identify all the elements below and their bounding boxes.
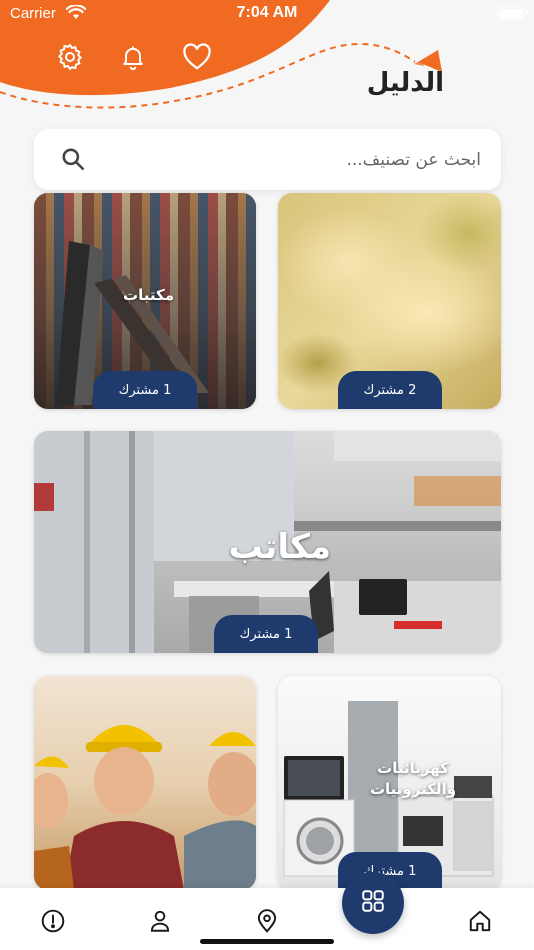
battery-icon [497, 6, 528, 20]
app-header: Carrier 7:04 AM الدليل [0, 0, 534, 130]
info-icon[interactable] [38, 906, 68, 936]
home-indicator [200, 939, 334, 944]
status-time: 7:04 AM [236, 4, 298, 21]
status-bar: Carrier 7:04 AM [0, 0, 534, 28]
workers-illustration [34, 725, 256, 890]
location-pin-icon[interactable] [252, 906, 282, 936]
category-search-bar[interactable] [34, 129, 501, 190]
category-title: كهربائيات والكترونيات [369, 759, 457, 798]
category-title: مكاتب [228, 527, 331, 567]
grid-icon [360, 888, 386, 918]
subscriber-badge: 1 مشترك [93, 371, 197, 409]
subscriber-badge: 2 مشترك [338, 371, 442, 409]
profile-icon[interactable] [145, 906, 175, 936]
category-card-workers[interactable] [34, 676, 256, 890]
search-input[interactable] [114, 129, 481, 190]
category-card-libraries[interactable]: مكتبات 1 مشترك [34, 193, 256, 409]
settings-gear-icon[interactable] [53, 40, 87, 74]
notification-bell-icon[interactable] [116, 40, 150, 74]
category-card-food[interactable]: 2 مشترك [278, 193, 501, 409]
category-card-electronics[interactable]: كهربائيات والكترونيات 1 مشترك [278, 676, 501, 890]
categories-grid-button[interactable] [342, 872, 404, 934]
bottom-navigation [0, 888, 534, 950]
search-icon[interactable] [60, 146, 86, 176]
category-card-offices[interactable]: مكاتب 1 مشترك [34, 431, 501, 653]
category-title: مكتبات [123, 286, 174, 304]
favorite-heart-icon[interactable] [180, 40, 214, 74]
subscriber-badge: 1 مشترك [214, 615, 318, 653]
home-icon[interactable] [465, 906, 495, 936]
app-brand-title: الدليل [366, 68, 444, 98]
